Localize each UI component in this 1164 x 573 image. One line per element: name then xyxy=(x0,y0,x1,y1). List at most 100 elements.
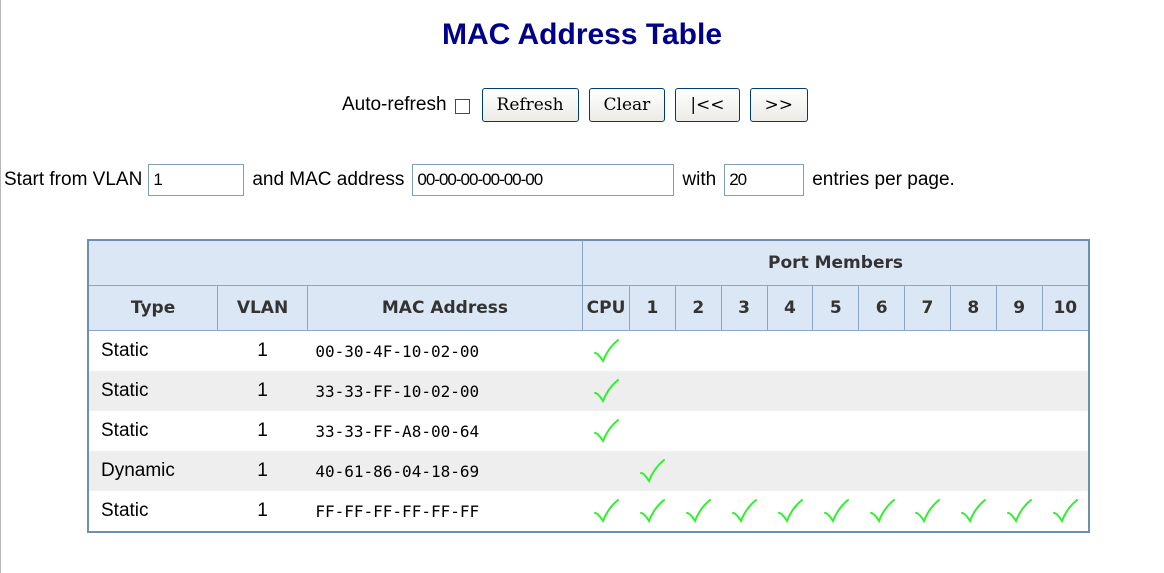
refresh-controls: Auto-refresh Refresh Clear |<< >> xyxy=(0,88,1164,122)
port-header-6: 6 xyxy=(858,285,906,331)
mac-cell: 33-33-FF-A8-00-64 xyxy=(307,411,583,451)
mac-cell: 40-61-86-04-18-69 xyxy=(307,451,583,491)
column-header-row: Type VLAN MAC Address CPU 1 2 3 4 5 6 7 8 9 10 xyxy=(87,285,1090,331)
port-member-cell xyxy=(858,491,905,532)
port-member-cell xyxy=(582,411,630,451)
check-icon xyxy=(869,499,895,524)
port-member-cell xyxy=(858,451,905,491)
auto-refresh-checkbox[interactable] xyxy=(454,98,470,114)
with-label: with xyxy=(682,169,717,190)
port-member-cell xyxy=(721,411,768,451)
port-member-cell xyxy=(629,371,676,411)
port-member-cell xyxy=(675,491,722,532)
port-member-cell xyxy=(858,371,905,411)
port-header-3: 3 xyxy=(720,285,768,331)
port-member-cell xyxy=(675,411,722,451)
port-header-2: 2 xyxy=(674,285,722,331)
port-member-cell xyxy=(950,330,997,371)
page-title: MAC Address Table xyxy=(441,18,723,51)
port-header-4: 4 xyxy=(766,285,814,331)
type-cell: Static xyxy=(88,330,218,371)
vlan-header: VLAN xyxy=(217,285,308,331)
vlan-cell: 1 xyxy=(217,411,308,451)
next-page-button[interactable]: >> xyxy=(749,88,809,122)
port-member-cell xyxy=(812,411,859,451)
port-member-cell xyxy=(721,491,768,532)
check-icon xyxy=(1007,499,1033,524)
port-header-1: 1 xyxy=(628,285,676,331)
table-row: Static 1 33-33-FF-10-02-00 xyxy=(88,371,1089,411)
port-member-cell xyxy=(996,371,1043,411)
port-member-cell xyxy=(812,371,859,411)
start-vlan-label: Start from VLAN xyxy=(4,169,143,190)
port-member-cell xyxy=(904,330,951,371)
port-header-10: 10 xyxy=(1041,285,1090,331)
check-icon xyxy=(823,499,849,524)
mac-address-table: Port Members Type VLAN MAC Address CPU 1 2… xyxy=(87,239,1090,533)
port-member-cell xyxy=(582,330,630,371)
vlan-cell: 1 xyxy=(217,451,308,491)
port-member-cell xyxy=(858,411,905,451)
table-row: Dynamic 1 40-61-86-04-18-69 xyxy=(88,451,1089,491)
entries-per-page-input[interactable] xyxy=(724,164,805,196)
port-header-8: 8 xyxy=(949,285,997,331)
port-member-cell xyxy=(904,411,951,451)
port-member-cell xyxy=(858,330,905,371)
vlan-cell: 1 xyxy=(217,371,308,411)
check-icon xyxy=(594,379,620,404)
check-icon xyxy=(640,499,666,524)
auto-refresh-label: Auto-refresh xyxy=(341,94,447,115)
check-icon xyxy=(686,499,712,524)
table-row: Static 1 FF-FF-FF-FF-FF-FF xyxy=(88,491,1089,532)
check-icon xyxy=(594,419,620,444)
port-member-cell xyxy=(721,451,768,491)
port-member-cell xyxy=(629,330,676,371)
port-member-cell xyxy=(904,451,951,491)
check-icon xyxy=(915,499,941,524)
port-member-cell xyxy=(996,491,1043,532)
table-row: Static 1 33-33-FF-A8-00-64 xyxy=(88,411,1089,451)
port-member-cell xyxy=(767,330,813,371)
entries-per-page-label: entries per page. xyxy=(812,169,955,190)
port-header-9: 9 xyxy=(995,285,1043,331)
port-member-cell xyxy=(812,451,859,491)
port-member-cell xyxy=(1042,451,1089,491)
check-icon xyxy=(961,499,987,524)
port-member-cell xyxy=(812,330,859,371)
start-mac-input[interactable] xyxy=(412,164,675,196)
mac-cell: 33-33-FF-10-02-00 xyxy=(307,371,583,411)
refresh-button[interactable]: Refresh xyxy=(481,88,579,122)
table-body: Static 1 00-30-4F-10-02-00 Static 1 33-33-FF-… xyxy=(88,330,1089,532)
mac-cell: 00-30-4F-10-02-00 xyxy=(307,330,583,371)
type-header: Type xyxy=(87,285,219,331)
table-corner-header xyxy=(87,239,584,286)
port-member-cell xyxy=(996,330,1043,371)
port-header-7: 7 xyxy=(904,285,951,331)
port-member-cell xyxy=(767,451,813,491)
port-header-cpu: CPU xyxy=(582,285,630,331)
first-page-button[interactable]: |<< xyxy=(675,88,740,122)
type-cell: Static xyxy=(88,411,218,451)
port-member-cell xyxy=(950,451,997,491)
port-member-cell xyxy=(675,330,722,371)
port-member-cell xyxy=(629,411,676,451)
clear-button[interactable]: Clear xyxy=(588,88,666,122)
port-member-cell xyxy=(950,411,997,451)
type-cell: Static xyxy=(88,491,218,532)
check-icon xyxy=(777,499,803,524)
check-icon xyxy=(732,499,758,524)
port-member-cell xyxy=(1042,411,1089,451)
port-member-cell xyxy=(1042,330,1089,371)
port-member-cell xyxy=(582,451,630,491)
mac-cell: FF-FF-FF-FF-FF-FF xyxy=(307,491,583,532)
port-member-cell xyxy=(721,330,768,371)
check-icon xyxy=(594,339,620,364)
port-member-cell xyxy=(629,491,676,532)
check-icon xyxy=(1053,499,1079,524)
port-member-cell xyxy=(582,371,630,411)
left-border xyxy=(0,0,1,573)
port-member-cell xyxy=(812,491,859,532)
start-vlan-input[interactable] xyxy=(148,164,245,196)
port-member-cell xyxy=(904,371,951,411)
check-icon xyxy=(640,459,666,484)
